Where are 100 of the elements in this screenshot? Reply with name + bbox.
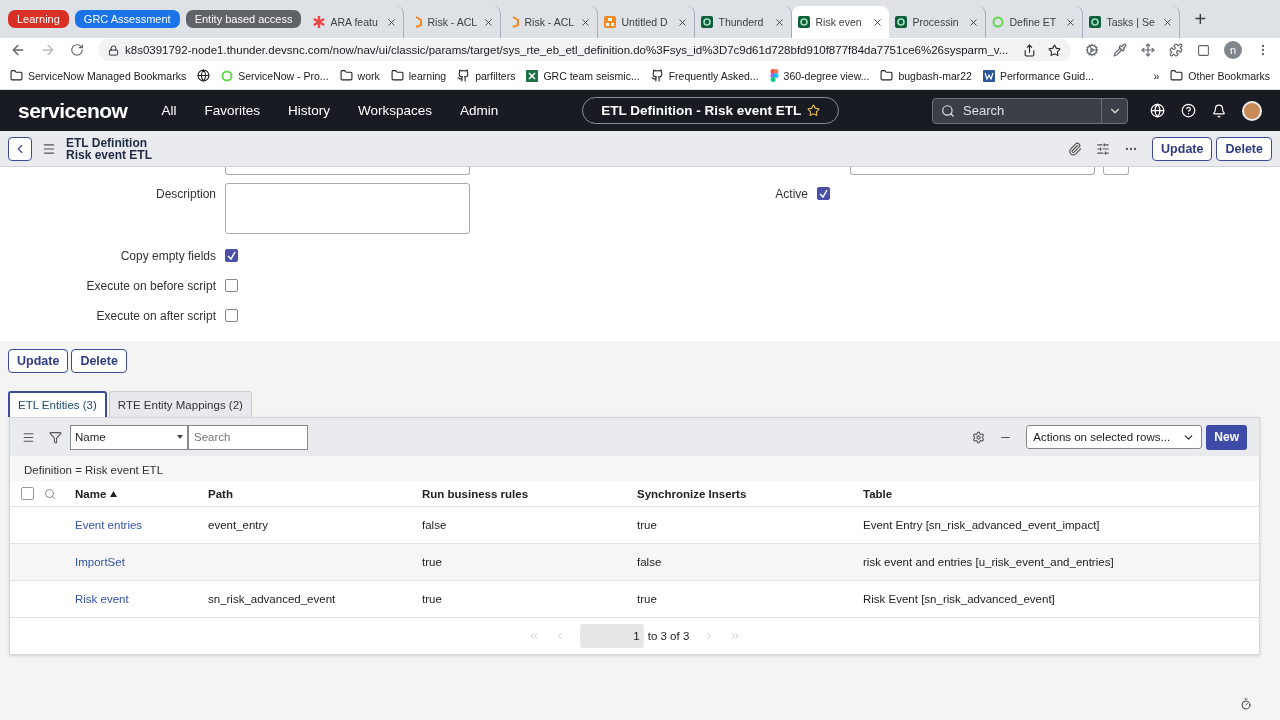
column-header[interactable]: Run business rules <box>422 487 529 500</box>
table-cell-text: false <box>422 519 448 531</box>
user-avatar[interactable] <box>1242 100 1262 121</box>
new-tab-button[interactable]: + <box>1194 7 1207 31</box>
close-icon[interactable] <box>386 16 398 28</box>
close-icon[interactable] <box>1065 16 1077 28</box>
checkbox[interactable] <box>817 187 830 200</box>
menu-icon[interactable] <box>42 141 56 156</box>
tab-group[interactable]: Entity based access <box>185 10 302 28</box>
column-header[interactable]: Synchronize Inserts <box>637 487 747 500</box>
browser-tab[interactable]: Risk even <box>792 6 890 38</box>
bookmark[interactable]: ServiceNow - Pro... <box>238 69 329 82</box>
field-label: Description <box>154 186 216 201</box>
github-icon <box>650 69 664 82</box>
search-field[interactable]: Search <box>932 97 1128 124</box>
document-icon <box>982 69 995 82</box>
nav-item[interactable]: Favorites <box>204 103 260 118</box>
input-field[interactable] <box>850 167 1095 175</box>
settings-icon[interactable] <box>972 430 986 444</box>
select-all-checkbox[interactable] <box>21 487 34 500</box>
table-cell-text: false <box>637 556 663 568</box>
bookmark[interactable]: Performance Guid... <box>999 69 1094 82</box>
form-button[interactable]: Update <box>8 349 69 373</box>
close-icon[interactable] <box>1162 16 1174 28</box>
close-icon[interactable] <box>774 16 786 28</box>
logo[interactable]: servicenow <box>18 98 128 123</box>
star-icon[interactable] <box>1048 43 1061 57</box>
record-link[interactable]: Event entries <box>75 519 208 531</box>
bookmark[interactable]: bugbash-mar22 <box>898 69 972 82</box>
close-icon[interactable] <box>580 16 592 28</box>
tab-group[interactable]: GRC Assessment <box>74 10 180 28</box>
close-icon[interactable] <box>968 16 980 28</box>
bookmark[interactable]: work <box>357 69 380 82</box>
paperclip-icon[interactable] <box>1068 141 1083 156</box>
table-cell-text: event_entry <box>208 519 270 531</box>
close-icon[interactable] <box>677 16 689 28</box>
checkbox[interactable] <box>225 249 238 262</box>
checkbox[interactable] <box>225 309 238 322</box>
bookmark[interactable]: 360-degree view... <box>783 69 870 82</box>
caret-icon <box>177 435 183 439</box>
bookmark[interactable]: Other Bookmarks <box>1188 69 1270 82</box>
profile-avatar[interactable]: n <box>1224 41 1242 59</box>
search-field[interactable]: Search <box>188 424 308 450</box>
bookmark[interactable]: Frequently Asked... <box>668 69 759 82</box>
tab-group[interactable]: Learning <box>8 10 69 28</box>
search-icon[interactable] <box>44 487 56 500</box>
bell-icon[interactable] <box>1212 103 1226 118</box>
extensions-icon[interactable] <box>1169 43 1183 57</box>
record-link[interactable]: Risk event <box>75 593 208 605</box>
share-icon[interactable] <box>1023 43 1036 57</box>
back-button[interactable] <box>8 136 32 161</box>
field-select[interactable]: Name <box>70 424 188 450</box>
folder-icon <box>339 69 353 82</box>
nav-item[interactable]: Workspaces <box>357 103 432 118</box>
nav-item[interactable]: Admin <box>460 103 499 118</box>
gear-icon[interactable] <box>1085 43 1099 57</box>
column-header[interactable]: Path <box>208 487 233 500</box>
checkbox[interactable] <box>225 279 238 292</box>
header-button[interactable]: Update <box>1152 136 1213 161</box>
page-field[interactable]: 1 <box>579 624 644 648</box>
nav-item[interactable]: History <box>287 103 330 118</box>
record-link[interactable]: ImportSet <box>75 556 208 568</box>
close-icon[interactable] <box>483 16 495 28</box>
folder-icon <box>880 69 894 82</box>
related-list-tab[interactable]: RTE Entity Mappings (2) <box>108 391 252 417</box>
column-header[interactable]: Table <box>863 487 893 500</box>
actions-select[interactable]: Actions on selected rows... <box>1026 425 1203 449</box>
table-cell-text: risk event and entries [u_risk_event_and_entries] <box>863 556 1115 568</box>
related-list-tab[interactable]: ETL Entities (3) <box>8 391 107 417</box>
app-icon <box>1089 16 1102 28</box>
filter-breadcrumb[interactable]: Definition = Risk event ETL <box>24 464 164 476</box>
table-cell-text: true <box>637 519 658 531</box>
folder-icon <box>10 69 23 82</box>
description-field[interactable] <box>225 183 470 234</box>
help-icon[interactable] <box>1181 103 1196 118</box>
sidebar-icon[interactable] <box>1197 43 1210 57</box>
timer-icon[interactable] <box>1240 698 1252 710</box>
more-bookmarks[interactable]: » <box>1153 69 1160 82</box>
nav-item[interactable]: All <box>161 103 177 118</box>
close-icon[interactable] <box>872 16 884 28</box>
bookmark[interactable]: learning <box>408 69 447 82</box>
folder-icon <box>390 69 404 82</box>
sort-icon <box>110 490 118 497</box>
move-icon[interactable] <box>1141 43 1155 57</box>
new-button[interactable]: New <box>1206 424 1247 450</box>
eyedropper-icon[interactable] <box>1113 43 1127 57</box>
filter-icon[interactable] <box>49 430 62 444</box>
header-button[interactable]: Delete <box>1216 136 1272 161</box>
menu-icon[interactable] <box>22 430 35 444</box>
bookmark[interactable]: GRC team seismic... <box>543 69 640 82</box>
column-header[interactable]: Name <box>75 487 118 500</box>
back-icon[interactable] <box>10 42 26 58</box>
address-field[interactable]: k8s0391792-node1.thunder.devsnc.com/now/nav/ui/classic/params/target/sys_rte_eb_etl_definition.do%3Fsys_id%3D7c9d61d728bfd910f877f84da7751ce6%26sysparm_v... <box>98 39 1071 61</box>
sliders-icon[interactable] <box>1096 141 1111 156</box>
globe-icon[interactable] <box>1150 103 1165 118</box>
reload-icon[interactable] <box>70 43 84 57</box>
form-button[interactable]: Delete <box>71 349 127 373</box>
input-field[interactable] <box>225 167 470 175</box>
bookmark[interactable]: ServiceNow Managed Bookmarks <box>28 69 187 82</box>
bookmark[interactable]: parfilters <box>475 69 516 82</box>
